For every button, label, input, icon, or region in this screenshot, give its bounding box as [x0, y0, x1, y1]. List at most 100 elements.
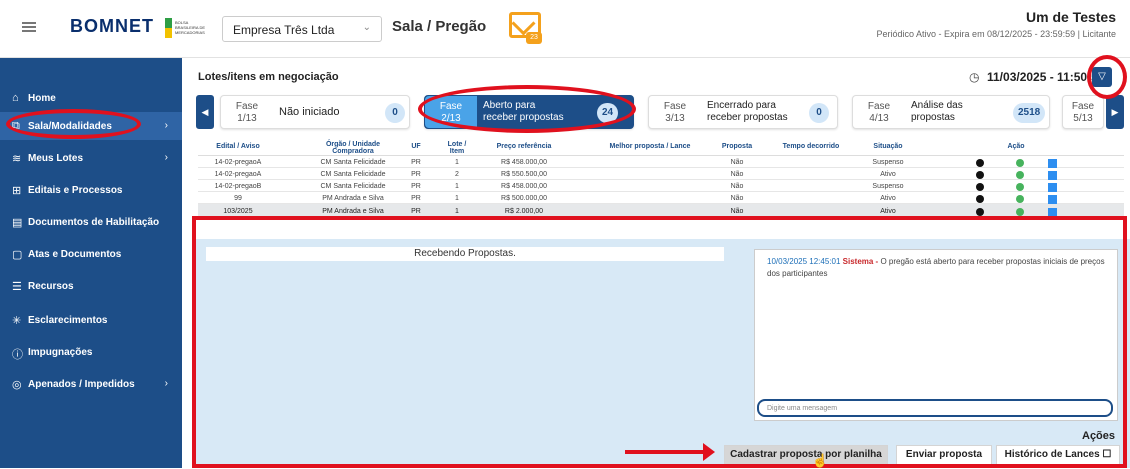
- table-cell: PM Andrada e Silva: [322, 208, 384, 215]
- select-checkbox-icon[interactable]: [1048, 183, 1057, 192]
- sidebar-item-impugnacoes[interactable]: ⓘ Impugnações: [0, 338, 182, 366]
- table-cell: R$ 500.000,00: [501, 195, 547, 202]
- red-arrow-annotation: [625, 443, 715, 461]
- sidebar: ⌂ Home ⧉ Sala/Modalidades › ≋ Meus Lotes › ⊞ E…: [0, 58, 182, 468]
- block-icon: ◎: [12, 379, 22, 391]
- info-icon[interactable]: [976, 183, 984, 191]
- chevron-left-icon: ◀: [201, 107, 209, 117]
- phase-1[interactable]: Fase 1/13 Não iniciado 0: [220, 95, 410, 129]
- status-green-icon[interactable]: [1016, 171, 1024, 179]
- table-cell: PR: [411, 159, 421, 166]
- lot-detail-panel: Recebendo Propostas. 10/03/2025 12:45:01…: [192, 239, 1130, 468]
- list-icon: ☰: [12, 281, 22, 293]
- table-cell: Suspenso: [872, 183, 904, 190]
- subscription-period: Periódico Ativo - Expira em 08/12/2025 -…: [876, 29, 1116, 39]
- table-cell: 1: [455, 183, 459, 190]
- select-checkbox-icon[interactable]: [1048, 195, 1057, 204]
- chat-input[interactable]: Digite uma mensagem: [757, 399, 1113, 417]
- document-icon: ▤: [12, 217, 23, 229]
- table-cell: 1: [455, 195, 459, 202]
- filter-icon: ▽: [1098, 71, 1106, 82]
- chat-message: 10/03/2025 12:45:01 Sistema - O pregão e…: [767, 257, 1105, 278]
- b3-logo: BOLSA BRASILEIRA DE MERCADORIAS: [165, 18, 205, 38]
- user-name: Um de Testes: [1026, 9, 1116, 25]
- table-cell: R$ 458.000,00: [501, 183, 547, 190]
- table-cell: 2: [455, 171, 459, 178]
- bid-history-button[interactable]: Histórico de Lances ☐: [996, 445, 1120, 465]
- menu-icon[interactable]: [22, 22, 36, 32]
- mouse-cursor-icon: ☝: [812, 453, 829, 468]
- table-cell: 1: [455, 159, 459, 166]
- table-cell: 99: [234, 195, 242, 202]
- phase-next-button[interactable]: ▶: [1106, 95, 1124, 129]
- phase-4[interactable]: Fase 4/13 Análise das propostas 2518: [852, 95, 1050, 129]
- file-icon: ▢: [12, 249, 23, 261]
- phase-count: 0: [809, 103, 829, 123]
- table-cell: 1: [455, 208, 459, 215]
- sidebar-item-home[interactable]: ⌂ Home: [0, 84, 182, 112]
- table-cell: 14-02-pregaoA: [214, 171, 262, 178]
- table-cell: R$ 2.000,00: [504, 208, 544, 215]
- send-proposal-button[interactable]: Enviar proposta: [896, 445, 992, 465]
- receiving-status: Recebendo Propostas.: [206, 247, 724, 261]
- user-info: Um de Testes Periódico Ativo - Expira em…: [877, 9, 1116, 39]
- sidebar-item-editais[interactable]: ⊞ Editais e Processos: [0, 176, 182, 204]
- sidebar-item-meus-lotes[interactable]: ≋ Meus Lotes ›: [0, 144, 182, 172]
- phase-3[interactable]: Fase 3/13 Encerrado para receber propostas…: [648, 95, 838, 129]
- select-checkbox-icon[interactable]: [1048, 159, 1057, 168]
- chevron-right-icon: ›: [164, 378, 168, 389]
- phase-count: 0: [385, 103, 405, 123]
- phase-2[interactable]: Fase 2/13 Aberto para receber propostas 24: [424, 95, 634, 129]
- chevron-right-icon: ▶: [1111, 107, 1119, 117]
- table-cell: PR: [411, 195, 421, 202]
- select-checkbox-icon[interactable]: [1048, 171, 1057, 180]
- phase-prev-button[interactable]: ◀: [196, 95, 214, 129]
- status-green-icon[interactable]: [1016, 195, 1024, 203]
- top-bar: BOMNET BOLSA BRASILEIRA DE MERCADORIAS E…: [0, 0, 1130, 58]
- table-cell: CM Santa Felicidade: [320, 171, 386, 178]
- table-header: Edital / Aviso Órgão / Unidade Comprador…: [198, 140, 1124, 156]
- home-icon: ⌂: [12, 92, 19, 104]
- lots-icon: ≋: [12, 153, 22, 165]
- table-cell: PM Andrada e Silva: [322, 195, 384, 202]
- sun-icon: ✳: [12, 315, 22, 327]
- info-icon[interactable]: [976, 171, 984, 179]
- table-cell: 103/2025: [223, 208, 253, 215]
- table-cell: R$ 458.000,00: [501, 159, 547, 166]
- sidebar-item-recursos[interactable]: ☰ Recursos: [0, 272, 182, 300]
- company-select[interactable]: Empresa Três Ltda ⌄: [222, 16, 382, 42]
- status-green-icon[interactable]: [1016, 183, 1024, 191]
- bomnet-logo: BOMNET: [70, 16, 154, 36]
- table-row[interactable]: 103/2025 PM Andrada e Silva PR 1 R$ 2.000,00…: [198, 204, 1124, 218]
- table-row[interactable]: 14-02-pregaoA CM Santa Felicidade PR 1 R$ 45…: [198, 156, 1124, 168]
- sidebar-item-atas[interactable]: ▢ Atas e Documentos: [0, 240, 182, 268]
- select-checkbox-icon[interactable]: [1048, 208, 1057, 217]
- main-content: Lotes/itens em negociação ◷ 11/03/2025 -…: [192, 58, 1130, 468]
- info-icon[interactable]: [976, 208, 984, 216]
- filter-button[interactable]: ▽: [1092, 67, 1112, 87]
- sidebar-item-esclarecimentos[interactable]: ✳ Esclarecimentos: [0, 306, 182, 334]
- phase-count: 2518: [1013, 103, 1046, 123]
- sidebar-item-sala-modalidades[interactable]: ⧉ Sala/Modalidades ›: [0, 112, 182, 140]
- table-cell: Não: [730, 183, 744, 190]
- section-heading: Lotes/itens em negociação: [198, 71, 339, 83]
- phase-bar: ◀ Fase 1/13 Não iniciado 0 Fase 2/13 Abert…: [196, 95, 1124, 129]
- table-cell: PR: [411, 183, 421, 190]
- register-spreadsheet-proposal-button[interactable]: Cadastrar proposta por planilha: [724, 445, 888, 465]
- table-cell: 14-02-pregaoA: [214, 159, 262, 166]
- sidebar-item-apenados[interactable]: ◎ Apenados / Impedidos ›: [0, 370, 182, 398]
- status-green-icon[interactable]: [1016, 159, 1024, 167]
- info-icon[interactable]: [976, 159, 984, 167]
- server-datetime: 11/03/2025 - 11:50:54: [987, 70, 1105, 84]
- table-cell: Ativo: [880, 208, 896, 215]
- table-row[interactable]: 14-02-pregaoB CM Santa Felicidade PR 1 R$ 45…: [198, 180, 1124, 192]
- table-cell: R$ 550.500,00: [501, 171, 547, 178]
- info-icon[interactable]: [976, 195, 984, 203]
- lots-table: Edital / Aviso Órgão / Unidade Comprador…: [198, 140, 1124, 218]
- table-cell: CM Santa Felicidade: [320, 159, 386, 166]
- table-row[interactable]: 99 PM Andrada e Silva PR 1 R$ 500.000,00 Não A…: [198, 192, 1124, 204]
- phase-5[interactable]: Fase 5/13: [1062, 95, 1104, 129]
- sidebar-item-documentos-habilitacao[interactable]: ▤ Documentos de Habilitação: [0, 208, 182, 236]
- status-green-icon[interactable]: [1016, 208, 1024, 216]
- table-row[interactable]: 14-02-pregaoA CM Santa Felicidade PR 2 R$ 55…: [198, 168, 1124, 180]
